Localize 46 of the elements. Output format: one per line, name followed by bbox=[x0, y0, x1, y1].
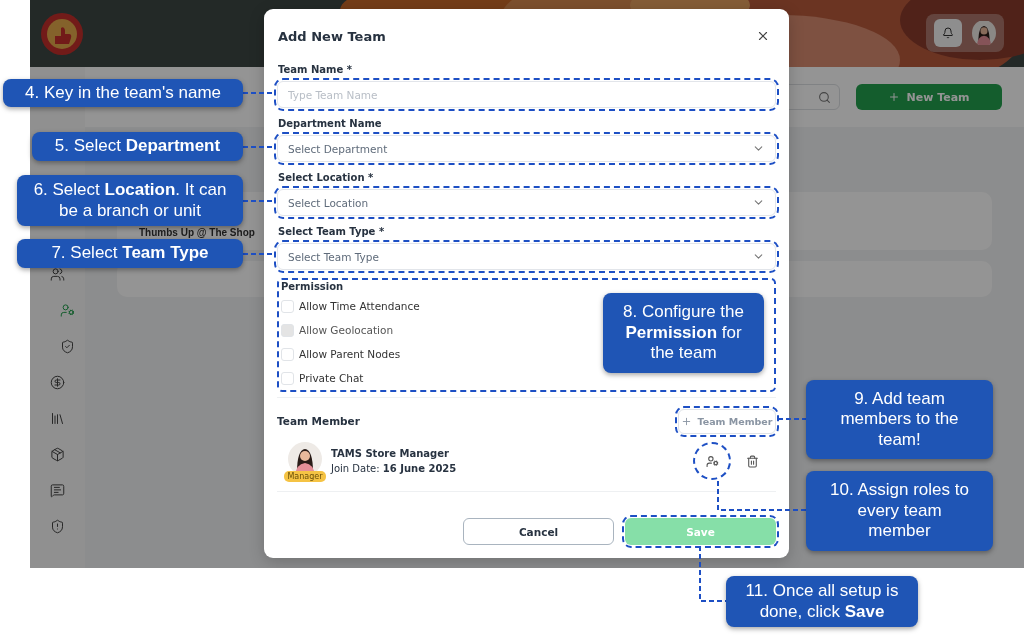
checkbox-label: Allow Geolocation bbox=[299, 324, 394, 336]
field-label: Department Name bbox=[277, 117, 383, 131]
plus-icon bbox=[681, 415, 693, 427]
section-label: Team Member bbox=[277, 415, 360, 427]
checkbox[interactable] bbox=[281, 299, 294, 313]
user-settings-icon bbox=[705, 454, 719, 468]
callout: 8. Configure the Permission for the team bbox=[603, 293, 764, 373]
field-label: Select Team Type * bbox=[277, 225, 386, 239]
shield-alert-icon[interactable] bbox=[50, 518, 65, 534]
callout: 9. Add team members to the team! bbox=[806, 380, 993, 459]
callout: 6. Select Location. It can be a branch or unit bbox=[17, 175, 243, 226]
select-field[interactable]: Select Location bbox=[277, 189, 776, 216]
library-icon[interactable] bbox=[50, 410, 65, 426]
field-label: Team Name * bbox=[277, 63, 353, 77]
callout: 10. Assign roles to every team member bbox=[806, 471, 993, 551]
leader-line bbox=[699, 545, 727, 602]
dollar-icon[interactable] bbox=[50, 374, 65, 390]
leader-line bbox=[777, 418, 807, 420]
callout: 5. Select Department bbox=[32, 132, 243, 161]
checkbox-label: Private Chat bbox=[299, 372, 364, 384]
callout: 4. Key in the team's name bbox=[3, 79, 243, 107]
checkbox-label: Allow Parent Nodes bbox=[299, 348, 401, 360]
role-badge: Manager bbox=[284, 471, 326, 482]
checkbox[interactable] bbox=[281, 347, 294, 361]
checkbox-label: Allow Time Attendance bbox=[299, 300, 420, 312]
checkbox[interactable] bbox=[281, 371, 294, 385]
cancel-button[interactable]: Cancel bbox=[463, 518, 614, 545]
section-label: Permission bbox=[281, 280, 345, 294]
trash-icon bbox=[746, 454, 759, 468]
callout: 7. Select Team Type bbox=[17, 239, 243, 268]
select-field[interactable]: Select Department bbox=[277, 135, 776, 162]
shield-check-icon[interactable] bbox=[60, 338, 75, 354]
card-title: Thumbs Up @ The Shop bbox=[139, 227, 255, 238]
callout: 11. Once all setup is done, click Save bbox=[726, 576, 918, 627]
field-label: Select Location * bbox=[277, 171, 375, 185]
users-icon[interactable] bbox=[50, 266, 65, 282]
box-icon[interactable] bbox=[50, 446, 65, 462]
join-date: Join Date: 16 June 2025 bbox=[331, 463, 458, 474]
input-field[interactable]: Type Team Name bbox=[277, 81, 776, 108]
plus-icon bbox=[888, 91, 901, 103]
select-field[interactable]: Select Team Type bbox=[277, 243, 776, 270]
message-icon[interactable] bbox=[50, 482, 65, 498]
search-icon bbox=[818, 90, 831, 104]
logo bbox=[40, 11, 84, 56]
member-name: TAMS Store Manager bbox=[331, 448, 450, 459]
add-member-button[interactable]: Team Member bbox=[678, 408, 776, 434]
